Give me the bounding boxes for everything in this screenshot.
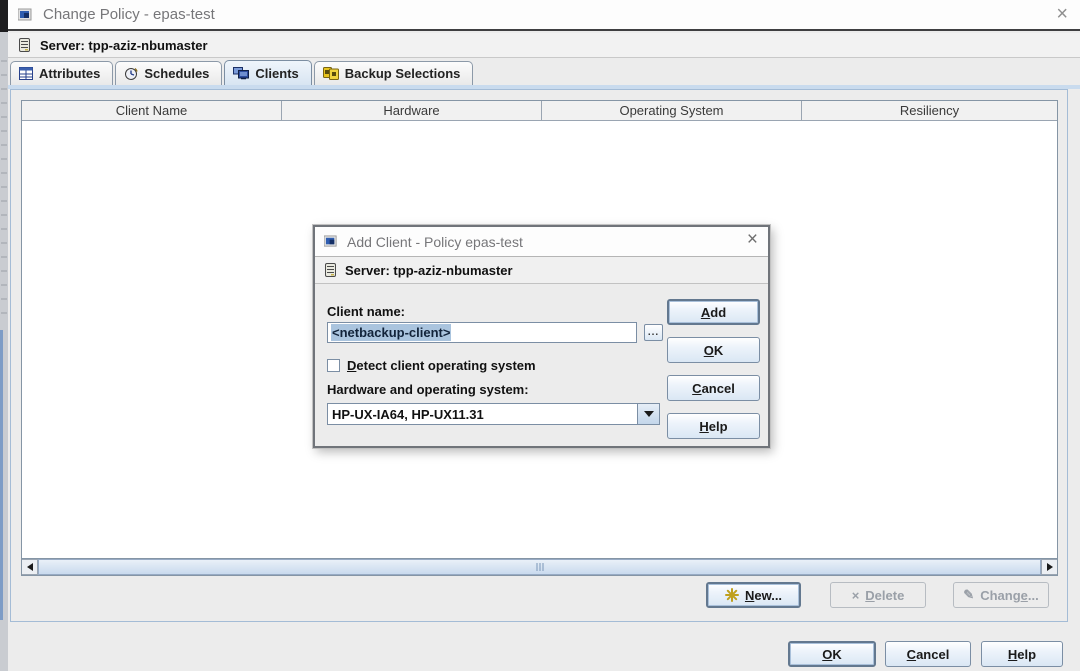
- scroll-left-arrow-icon[interactable]: [22, 559, 38, 575]
- browse-clients-button[interactable]: ...: [644, 324, 663, 341]
- column-header-operating-system[interactable]: Operating System: [542, 101, 802, 120]
- clients-icon: [233, 67, 249, 80]
- client-name-selected-text: <netbackup-client>: [331, 324, 451, 341]
- change-client-button: ✎ Change...: [953, 582, 1049, 608]
- add-client-close-icon[interactable]: ×: [747, 230, 758, 250]
- dialog-server-icon: [324, 263, 337, 278]
- dialog-help-label: Help: [699, 419, 727, 434]
- delete-x-icon: ×: [852, 588, 860, 603]
- add-client-title: Add Client - Policy epas-test: [347, 234, 523, 250]
- scrollbar-thumb[interactable]: [38, 559, 1041, 575]
- column-header-hardware[interactable]: Hardware: [282, 101, 542, 120]
- netbackup-dialog-icon: [324, 235, 339, 248]
- tab-schedules-label: Schedules: [144, 66, 209, 81]
- chevron-down-icon: [644, 411, 654, 417]
- new-client-button[interactable]: New...: [706, 582, 801, 608]
- tab-attributes[interactable]: Attributes: [10, 61, 113, 85]
- horizontal-scrollbar[interactable]: [22, 558, 1057, 575]
- dialog-server-name: Server: tpp-aziz-nbumaster: [345, 263, 513, 278]
- ok-label: OK: [822, 647, 842, 662]
- help-button[interactable]: Help: [981, 641, 1063, 667]
- background-window-edge: [0, 0, 8, 32]
- scrollbar-grip: [536, 563, 543, 571]
- change-client-label: Change...: [980, 588, 1039, 603]
- add-client-title-bar: Add Client - Policy epas-test ×: [315, 227, 768, 257]
- tab-attributes-label: Attributes: [39, 66, 100, 81]
- dialog-add-label: Add: [701, 305, 726, 320]
- tab-backup-selections-label: Backup Selections: [345, 66, 461, 81]
- add-client-server-bar: Server: tpp-aziz-nbumaster: [315, 257, 768, 284]
- dialog-cancel-button[interactable]: Cancel: [667, 375, 760, 401]
- tab-backup-selections[interactable]: Backup Selections: [314, 61, 474, 85]
- tab-schedules[interactable]: Schedules: [115, 61, 222, 85]
- background-window-scrollbar: [0, 330, 3, 620]
- hardware-os-value: HP-UX-IA64, HP-UX11.31: [328, 407, 637, 422]
- hardware-os-select[interactable]: HP-UX-IA64, HP-UX11.31: [327, 403, 660, 425]
- server-icon: [18, 38, 31, 53]
- new-starburst-icon: [725, 588, 739, 602]
- change-pencil-icon: ✎: [963, 587, 974, 603]
- background-window-strip: [0, 0, 8, 671]
- window-close-icon[interactable]: ×: [1056, 4, 1068, 24]
- ok-button[interactable]: OK: [788, 641, 876, 667]
- background-window-content: [1, 60, 7, 320]
- cancel-label: Cancel: [907, 647, 950, 662]
- column-header-resiliency[interactable]: Resiliency: [802, 101, 1057, 120]
- detect-os-label: Detect client operating system: [347, 358, 536, 373]
- netbackup-window-icon: [18, 8, 34, 22]
- dialog-ok-button[interactable]: OK: [667, 337, 760, 363]
- dialog-cancel-label: Cancel: [692, 381, 735, 396]
- tab-clients[interactable]: Clients: [224, 60, 311, 85]
- tab-clients-label: Clients: [255, 66, 298, 81]
- schedules-icon: [124, 67, 138, 81]
- client-name-input[interactable]: <netbackup-client>: [327, 322, 637, 343]
- detect-os-checkbox[interactable]: [327, 359, 340, 372]
- help-label: Help: [1008, 647, 1036, 662]
- combo-dropdown-button[interactable]: [637, 404, 659, 424]
- window-title-bar: Change Policy - epas-test ×: [8, 0, 1080, 31]
- client-name-label: Client name:: [327, 304, 405, 319]
- server-name: Server: tpp-aziz-nbumaster: [40, 38, 208, 53]
- add-client-dialog: Add Client - Policy epas-test × Server: …: [313, 225, 770, 448]
- hardware-os-label: Hardware and operating system:: [327, 382, 529, 397]
- dialog-help-button[interactable]: Help: [667, 413, 760, 439]
- dialog-add-button[interactable]: Add: [667, 299, 760, 325]
- tab-bar: Attributes Schedules Clients Backup Sele…: [10, 60, 475, 85]
- column-header-client-name[interactable]: Client Name: [22, 101, 282, 120]
- scroll-right-arrow-icon[interactable]: [1041, 559, 1057, 575]
- detect-os-row: Detect client operating system: [327, 358, 536, 373]
- cancel-button[interactable]: Cancel: [885, 641, 971, 667]
- delete-client-button: × Delete: [830, 582, 926, 608]
- dialog-ok-label: OK: [704, 343, 724, 358]
- delete-client-label: Delete: [865, 588, 904, 603]
- clients-table-header: Client Name Hardware Operating System Re…: [22, 101, 1057, 121]
- server-bar: Server: tpp-aziz-nbumaster: [8, 33, 1080, 58]
- attributes-icon: [19, 67, 33, 80]
- backup-selections-icon: [323, 67, 339, 80]
- window-title: Change Policy - epas-test: [43, 6, 215, 23]
- new-client-label: New...: [745, 588, 782, 603]
